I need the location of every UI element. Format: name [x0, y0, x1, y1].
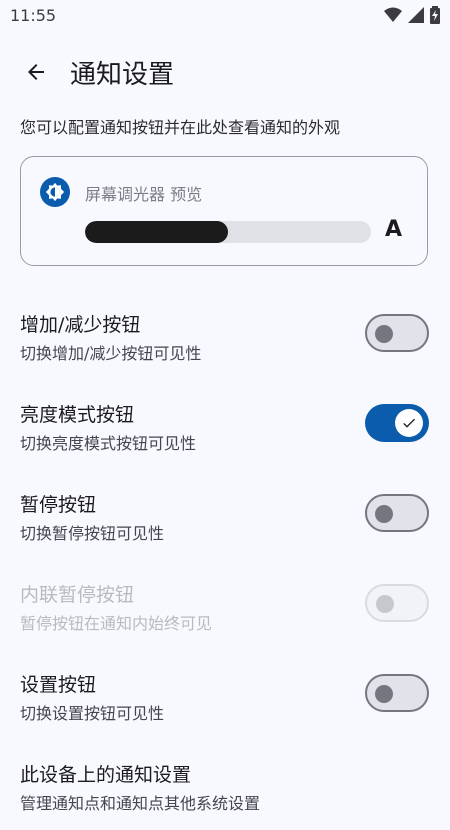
setting-subtitle: 管理通知点和通知点其他系统设置 [20, 794, 261, 813]
notification-preview-card: 屏幕调光器 预览 A [20, 156, 428, 266]
setting-subtitle: 切换亮度模式按钮可见性 [20, 434, 197, 453]
setting-title: 此设备上的通知设置 [20, 764, 192, 786]
setting-increase-decrease-buttons[interactable]: 增加/减少按钮 切换增加/减少按钮可见性 [0, 310, 450, 380]
setting-title: 内联暂停按钮 [20, 584, 135, 606]
preview-letter: A [385, 217, 403, 242]
preview-progress-fill [85, 221, 228, 243]
setting-pause-button[interactable]: 暂停按钮 切换暂停按钮可见性 [0, 490, 450, 560]
status-icons [384, 6, 440, 24]
preview-progress-bar [85, 221, 371, 243]
setting-subtitle: 切换增加/减少按钮可见性 [20, 344, 202, 363]
battery-charging-icon [430, 6, 440, 24]
toggle-switch[interactable] [365, 314, 429, 352]
wifi-icon [384, 7, 402, 22]
setting-subtitle: 切换设置按钮可见性 [20, 704, 165, 723]
toggle-knob [376, 595, 394, 613]
toggle-switch[interactable] [365, 404, 429, 442]
page-description: 您可以配置通知按钮并在此处查看通知的外观 [20, 118, 341, 137]
check-icon [403, 418, 415, 428]
setting-subtitle: 切换暂停按钮可见性 [20, 524, 165, 543]
setting-title: 设置按钮 [20, 674, 97, 696]
preview-title: 屏幕调光器 预览 [85, 185, 203, 204]
toggle-knob [395, 409, 423, 437]
arrow-back-icon [28, 64, 44, 80]
toggle-knob [375, 685, 393, 703]
toggle-switch[interactable] [365, 494, 429, 532]
setting-title: 暂停按钮 [20, 494, 97, 516]
setting-inline-pause-button: 内联暂停按钮 暂停按钮在通知内始终可见 [0, 580, 450, 650]
setting-subtitle: 暂停按钮在通知内始终可见 [20, 614, 213, 633]
setting-settings-button[interactable]: 设置按钮 切换设置按钮可见性 [0, 670, 450, 740]
toggle-knob [375, 325, 393, 343]
toggle-knob [375, 505, 393, 523]
toggle-switch[interactable] [365, 674, 429, 712]
status-time: 11:55 [10, 6, 57, 25]
setting-title: 增加/减少按钮 [20, 314, 141, 336]
setting-system-notification-settings[interactable]: 此设备上的通知设置 管理通知点和通知点其他系统设置 [0, 760, 450, 830]
brightness-icon [40, 177, 70, 207]
back-button[interactable] [16, 52, 56, 92]
setting-brightness-mode-button[interactable]: 亮度模式按钮 切换亮度模式按钮可见性 [0, 400, 450, 470]
signal-icon [408, 7, 424, 23]
toggle-switch [365, 584, 429, 622]
setting-title: 亮度模式按钮 [20, 404, 135, 426]
app-bar: 通知设置 [0, 44, 450, 100]
page-title: 通知设置 [70, 60, 175, 90]
status-bar: 11:55 [0, 0, 450, 32]
